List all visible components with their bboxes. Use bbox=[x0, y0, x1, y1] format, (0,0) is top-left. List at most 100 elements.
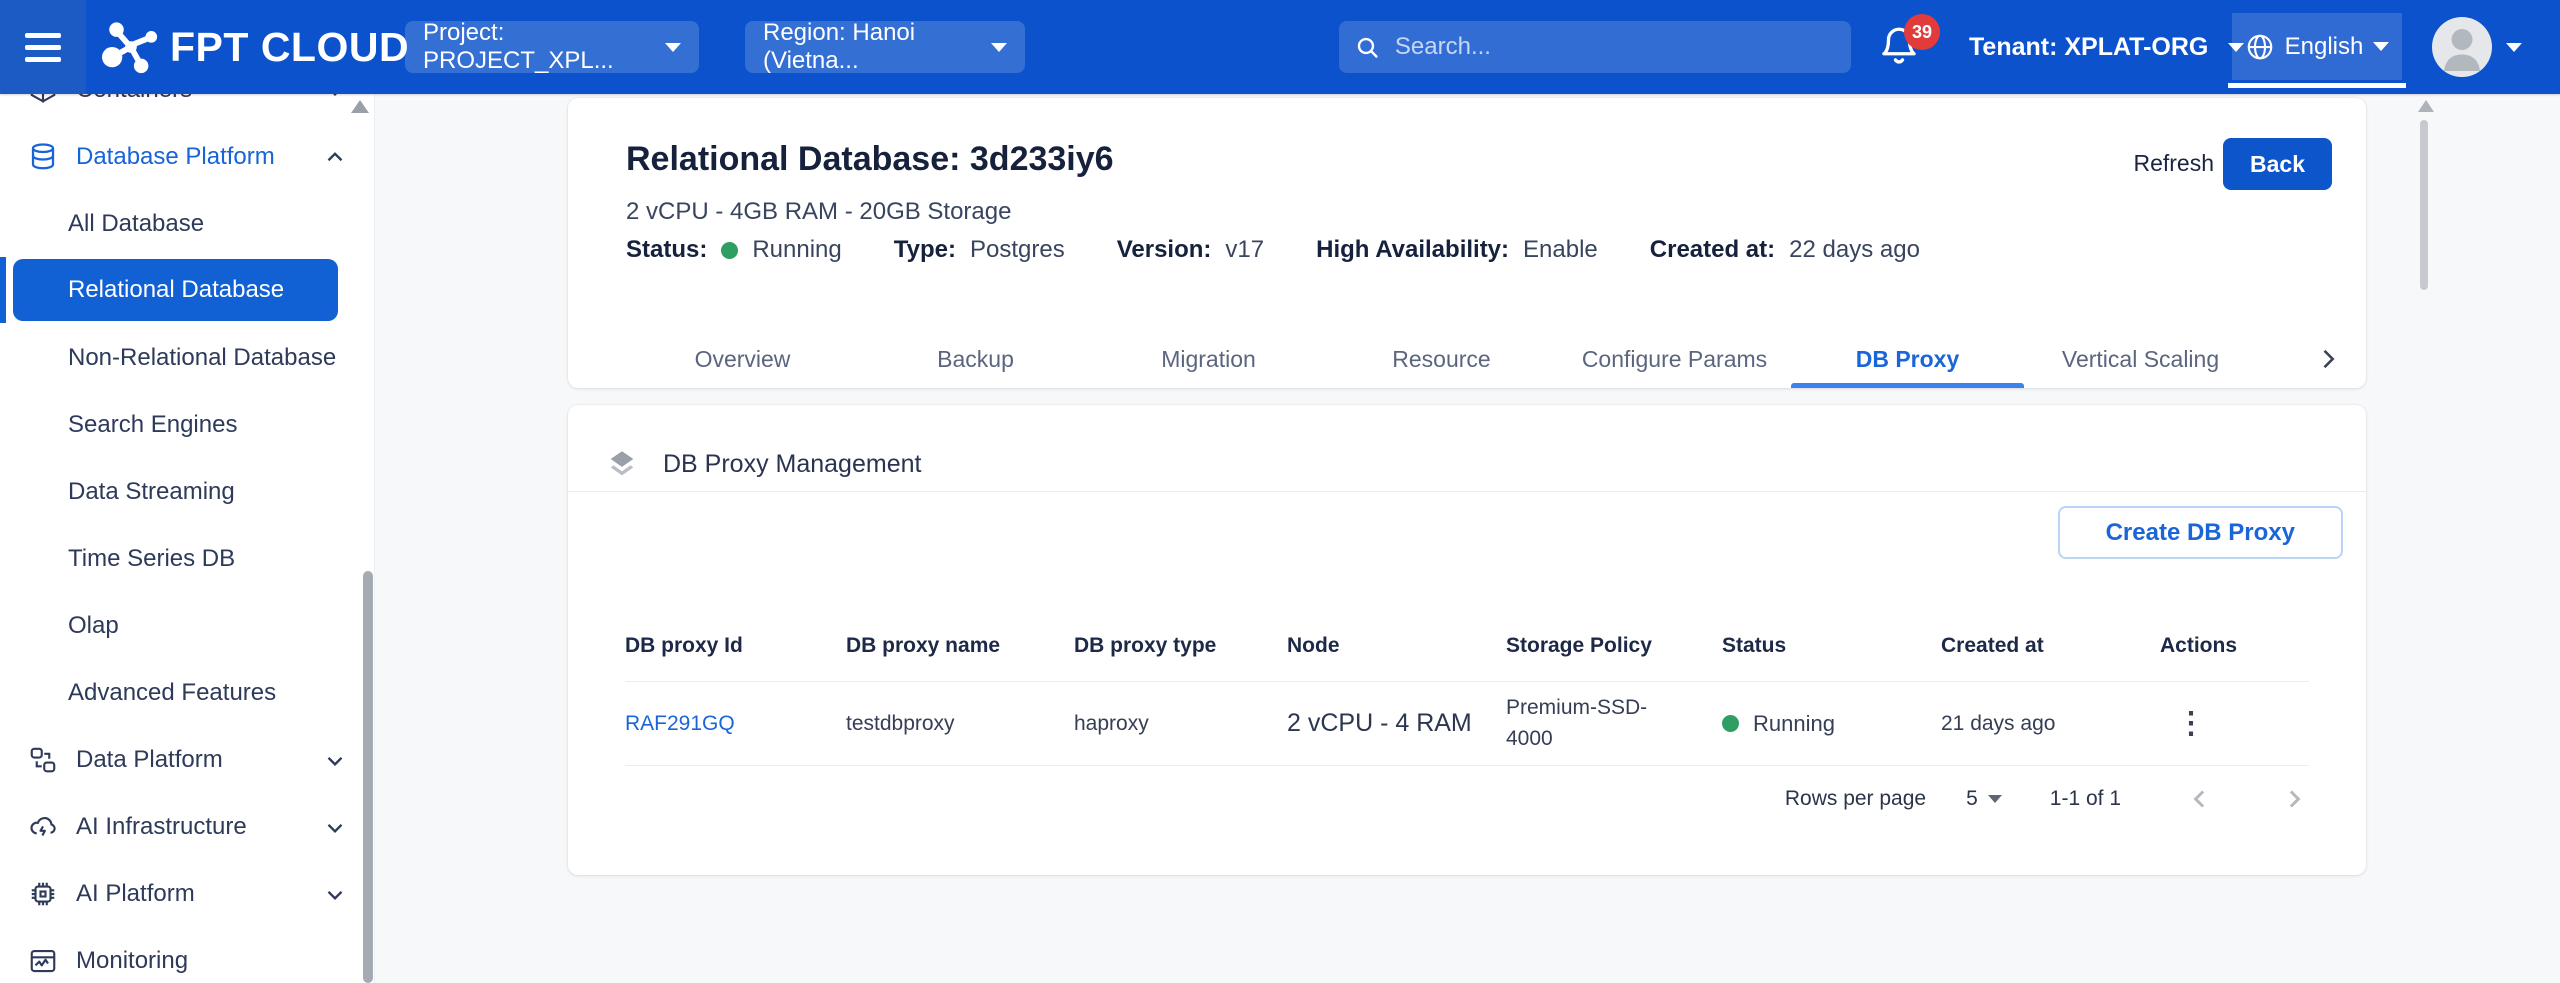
tab-configure-params[interactable]: Configure Params bbox=[1558, 330, 1791, 388]
brand-logo[interactable]: FPT CLOUD bbox=[102, 0, 409, 94]
tab-overview[interactable]: Overview bbox=[626, 330, 859, 388]
tab-resource[interactable]: Resource bbox=[1325, 330, 1558, 388]
search-input[interactable] bbox=[1393, 32, 1835, 62]
language-selector[interactable]: English bbox=[2232, 13, 2402, 80]
sidebar-item-label: Time Series DB bbox=[68, 545, 235, 573]
next-page-button[interactable] bbox=[2279, 784, 2309, 814]
main-scrollbar-thumb[interactable] bbox=[2420, 120, 2428, 290]
sidebar-item-all-database[interactable]: All Database bbox=[0, 190, 374, 257]
table-row: RAF291GQ testdbproxy haproxy 2 vCPU - 4 … bbox=[625, 682, 2309, 765]
version-field: Version: v17 bbox=[1117, 236, 1264, 264]
chevron-down-icon bbox=[322, 881, 348, 907]
db-proxy-type-cell: haproxy bbox=[1074, 712, 1287, 736]
layers-icon bbox=[605, 447, 639, 481]
caret-down-icon bbox=[2373, 42, 2389, 51]
rows-per-page-select[interactable]: 5 bbox=[1966, 787, 2002, 811]
tab-vertical-scaling[interactable]: Vertical Scaling bbox=[2024, 330, 2257, 388]
sidebar-item-ai-platform[interactable]: AI Platform bbox=[0, 860, 374, 927]
sidebar-item-olap[interactable]: Olap bbox=[0, 592, 374, 659]
sidebar-item-label: Data Streaming bbox=[68, 478, 235, 506]
person-icon bbox=[2432, 17, 2492, 77]
col-status: Status bbox=[1722, 634, 1941, 658]
sidebar-item-data-streaming[interactable]: Data Streaming bbox=[0, 458, 374, 525]
status-dot-running bbox=[1722, 715, 1739, 732]
sidebar-item-label: AI Platform bbox=[76, 880, 195, 908]
high-availability-field: High Availability: Enable bbox=[1316, 236, 1598, 264]
language-active-underline bbox=[2228, 83, 2406, 88]
sidebar-item-data-platform[interactable]: Data Platform bbox=[0, 726, 374, 793]
hamburger-menu-button[interactable] bbox=[0, 0, 86, 94]
tab-migration[interactable]: Migration bbox=[1092, 330, 1325, 388]
notifications-button[interactable]: 39 bbox=[1878, 22, 1948, 78]
previous-page-button[interactable] bbox=[2185, 784, 2215, 814]
sidebar-item-label: Non-Relational Database bbox=[68, 344, 336, 372]
database-icon bbox=[24, 142, 62, 172]
sidebar: Containers Database Platform All Databas… bbox=[0, 94, 375, 983]
region-selector-label: Region: Hanoi (Vietna... bbox=[763, 19, 991, 75]
sidebar-item-non-relational-database[interactable]: Non-Relational Database bbox=[0, 324, 374, 391]
db-proxy-id-link[interactable]: RAF291GQ bbox=[625, 712, 846, 736]
col-node: Node bbox=[1287, 634, 1506, 658]
brand-name: FPT CLOUD bbox=[170, 24, 409, 71]
node-cell: 2 vCPU - 4 RAM bbox=[1287, 709, 1506, 738]
sidebar-item-label: Search Engines bbox=[68, 411, 237, 439]
status-dot-running bbox=[721, 242, 738, 259]
tab-backup[interactable]: Backup bbox=[859, 330, 1092, 388]
pagination-range: 1-1 of 1 bbox=[2050, 787, 2121, 811]
database-specs: 2 vCPU - 4GB RAM - 20GB Storage bbox=[626, 198, 1011, 226]
tabs-overflow-chevron-right-icon[interactable] bbox=[2314, 345, 2342, 373]
hamburger-icon bbox=[25, 33, 61, 38]
col-db-proxy-id: DB proxy Id bbox=[625, 634, 846, 658]
sidebar-item-ai-infrastructure[interactable]: AI Infrastructure bbox=[0, 793, 374, 860]
db-proxy-section-header: DB Proxy Management bbox=[605, 447, 921, 481]
col-storage-policy: Storage Policy bbox=[1506, 634, 1722, 658]
sidebar-item-monitoring[interactable]: Monitoring bbox=[0, 927, 374, 983]
sidebar-item-database-platform[interactable]: Database Platform bbox=[0, 123, 374, 190]
caret-down-icon bbox=[665, 43, 681, 52]
sidebar-item-label: AI Infrastructure bbox=[76, 813, 247, 841]
chevron-down-icon bbox=[322, 94, 348, 103]
table-pagination: Rows per page 5 1-1 of 1 bbox=[625, 766, 2309, 832]
chip-icon bbox=[24, 879, 62, 909]
fpt-cloud-console: FPT CLOUD Project: PROJECT_XPL... Region… bbox=[0, 0, 2560, 983]
tab-db-proxy[interactable]: DB Proxy bbox=[1791, 330, 2024, 388]
create-db-proxy-button[interactable]: Create DB Proxy bbox=[2058, 506, 2343, 559]
status-cell: Running bbox=[1722, 711, 1941, 737]
sidebar-scroll-up-icon[interactable] bbox=[351, 100, 369, 113]
cloud-bolt-icon bbox=[24, 812, 62, 842]
col-created-at: Created at bbox=[1941, 634, 2160, 658]
refresh-button[interactable]: Refresh bbox=[2133, 150, 2214, 177]
db-proxy-card: DB Proxy Management Create DB Proxy DB p… bbox=[568, 405, 2366, 875]
section-title: DB Proxy Management bbox=[663, 450, 921, 479]
hamburger-icon bbox=[25, 57, 61, 62]
sidebar-item-time-series-db[interactable]: Time Series DB bbox=[0, 525, 374, 592]
caret-down-icon bbox=[991, 43, 1007, 52]
chevron-down-icon bbox=[322, 814, 348, 840]
sidebar-item-relational-database[interactable]: Relational Database bbox=[13, 259, 338, 321]
status-field: Status: Running bbox=[626, 236, 842, 264]
data-platform-icon bbox=[24, 745, 62, 775]
region-selector[interactable]: Region: Hanoi (Vietna... bbox=[745, 21, 1025, 73]
tenant-selector[interactable]: Tenant: XPLAT-ORG bbox=[1969, 0, 2244, 94]
project-selector-label: Project: PROJECT_XPL... bbox=[423, 19, 665, 75]
sidebar-item-advanced-features[interactable]: Advanced Features bbox=[0, 659, 374, 726]
sidebar-item-label: Database Platform bbox=[76, 143, 275, 171]
main-content: Relational Database: 3d233iy6 2 vCPU - 4… bbox=[374, 94, 2560, 983]
main-scroll-up-icon[interactable] bbox=[2418, 100, 2434, 112]
top-navbar: FPT CLOUD Project: PROJECT_XPL... Region… bbox=[0, 0, 2560, 94]
database-status-row: Status: Running Type: Postgres Version: … bbox=[626, 236, 1920, 264]
col-db-proxy-name: DB proxy name bbox=[846, 634, 1074, 658]
hamburger-icon bbox=[25, 45, 61, 50]
sidebar-item-label: All Database bbox=[68, 210, 204, 238]
sidebar-scrollbar-thumb[interactable] bbox=[363, 571, 373, 983]
project-selector[interactable]: Project: PROJECT_XPL... bbox=[405, 21, 699, 73]
sidebar-item-label: Monitoring bbox=[76, 947, 188, 975]
back-button[interactable]: Back bbox=[2223, 138, 2332, 190]
chevron-down-icon bbox=[322, 747, 348, 773]
avatar bbox=[2432, 17, 2492, 77]
row-actions-kebab-icon[interactable]: ⋮ bbox=[2176, 709, 2309, 739]
sidebar-item-containers[interactable]: Containers bbox=[0, 94, 374, 123]
caret-down-icon bbox=[2506, 43, 2522, 52]
sidebar-item-search-engines[interactable]: Search Engines bbox=[0, 391, 374, 458]
user-menu[interactable] bbox=[2432, 0, 2522, 94]
